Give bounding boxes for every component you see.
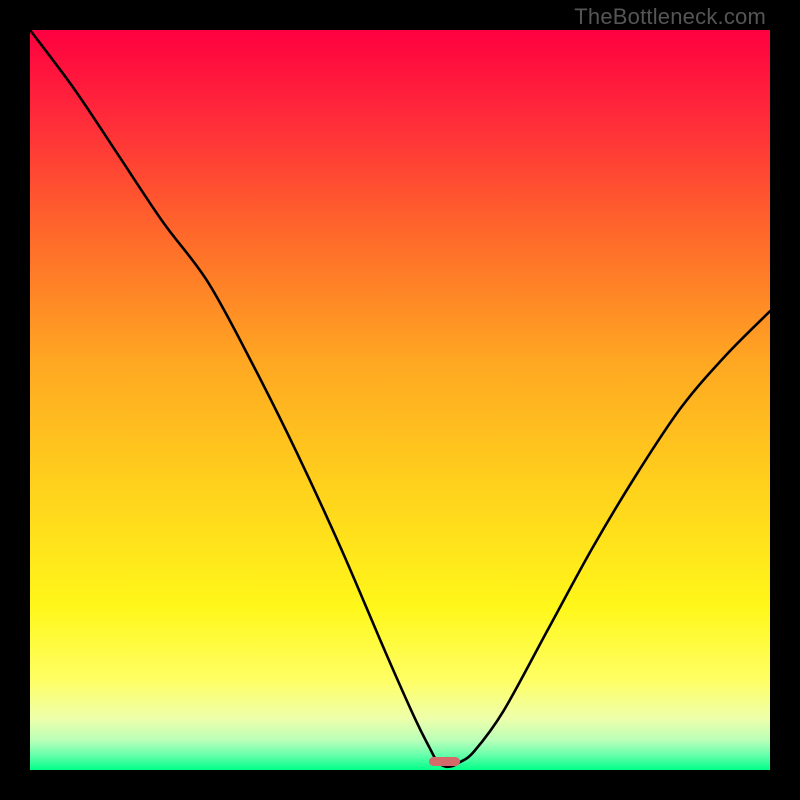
plot-area [30,30,770,770]
chart-frame: TheBottleneck.com [0,0,800,800]
optimum-marker [429,757,460,767]
watermark-text: TheBottleneck.com [574,4,766,30]
bottleneck-curve [30,30,770,770]
